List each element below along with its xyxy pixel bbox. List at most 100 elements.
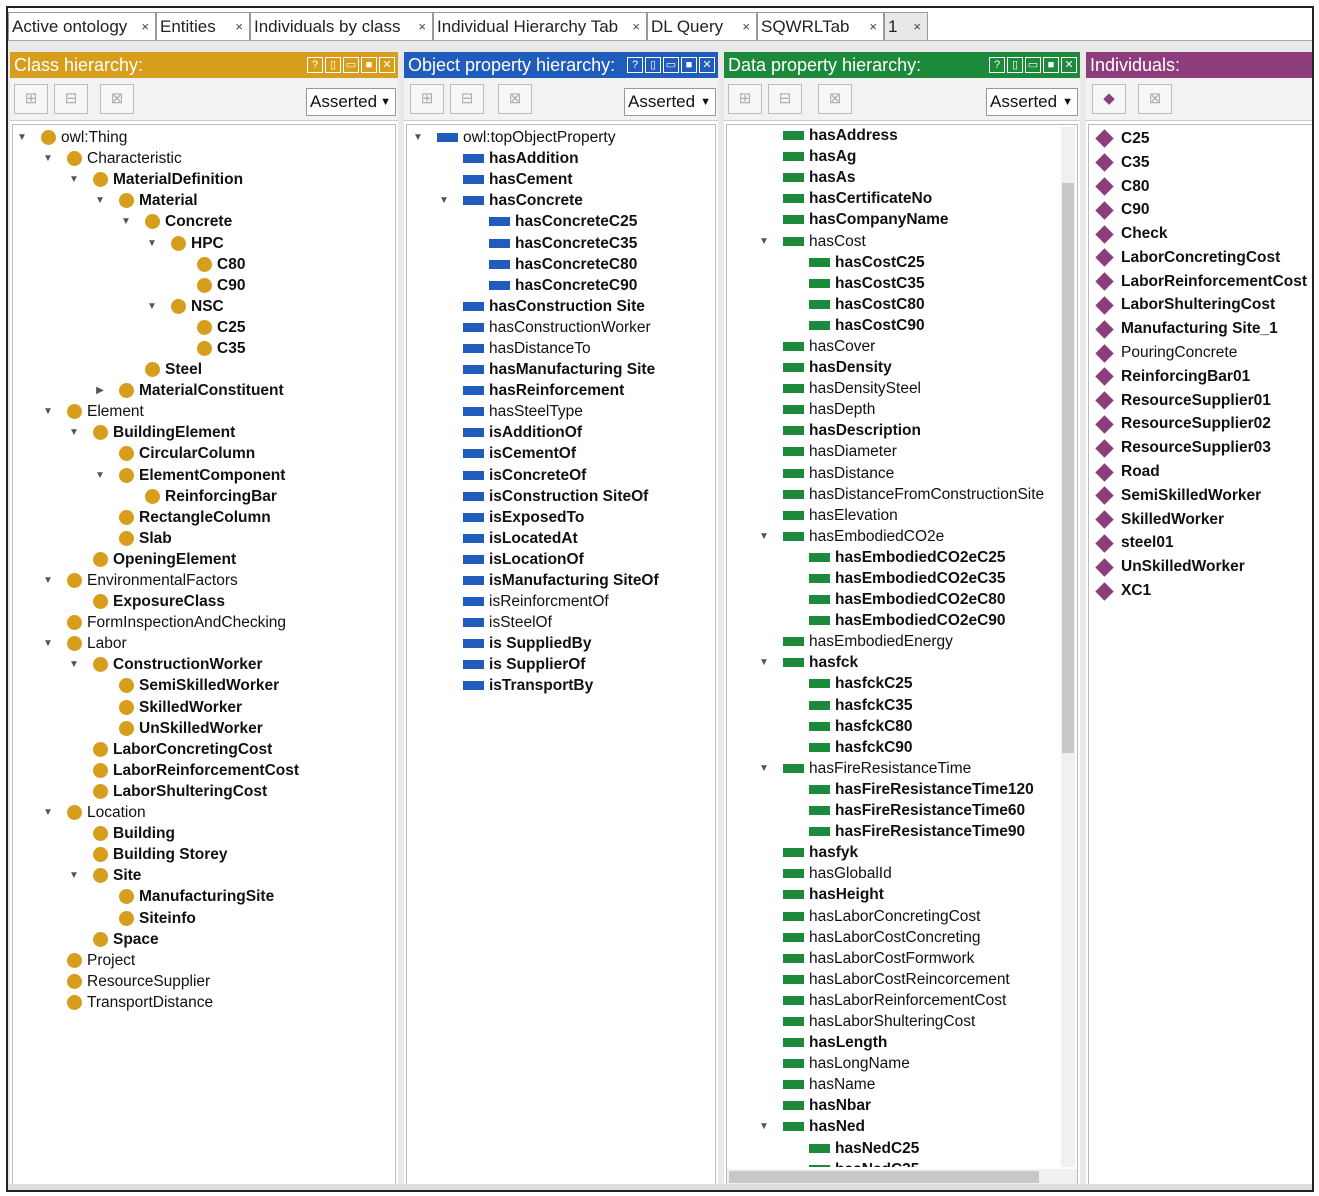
expand-toggle-icon[interactable]: ▼ [757, 652, 771, 673]
add-sibling-class-button[interactable]: ⊟ [54, 84, 88, 114]
class-row-materialdefinition[interactable]: ▼ MaterialDefinition [67, 169, 395, 190]
individual-item-xc1[interactable]: XC1 [1089, 579, 1312, 603]
individual-item-pouringconcrete[interactable]: PouringConcrete [1089, 341, 1312, 365]
individual-item-c80[interactable]: C80 [1089, 175, 1312, 199]
class-row-manufacturingsite[interactable]: ManufacturingSite [93, 886, 395, 907]
object-property-row-is-suppliedby[interactable]: is SuppliedBy [437, 633, 715, 654]
object-property-row-hasmanufacturing-site[interactable]: hasManufacturing Site [437, 359, 715, 380]
object-property-row-hasconcretec25[interactable]: hasConcreteC25 [463, 211, 715, 232]
float-icon[interactable]: ■ [1043, 57, 1059, 73]
individual-item-skilledworker[interactable]: SkilledWorker [1089, 508, 1312, 532]
split-horizontal-icon[interactable]: ▭ [1025, 57, 1041, 73]
data-property-row-haslaborcostreincorcement[interactable]: hasLaborCostReincorcement [757, 969, 1059, 990]
object-property-row-issteelof[interactable]: isSteelOf [437, 612, 715, 633]
data-property-row-hasned[interactable]: ▼ hasNed [757, 1116, 1059, 1137]
data-property-row-hasaddress[interactable]: hasAddress [757, 125, 1059, 146]
data-property-row-haslaborreinforcementcost[interactable]: hasLaborReinforcementCost [757, 990, 1059, 1011]
class-row-concrete[interactable]: ▼ Concrete [119, 211, 395, 232]
expand-toggle-icon[interactable]: ▼ [41, 401, 55, 422]
data-property-row-hasdensitysteel[interactable]: hasDensitySteel [757, 378, 1059, 399]
object-property-row-hasconcrete[interactable]: ▼ hasConcrete [437, 190, 715, 211]
object-property-row-isadditionof[interactable]: isAdditionOf [437, 422, 715, 443]
asserted-dropdown[interactable]: Asserted ▼ [986, 88, 1078, 116]
object-property-row-hasconcretec35[interactable]: hasConcreteC35 [463, 232, 715, 253]
data-property-row-hasdiameter[interactable]: hasDiameter [757, 441, 1059, 462]
close-icon[interactable]: ✕ [1061, 57, 1077, 73]
split-horizontal-icon[interactable]: ▭ [343, 57, 359, 73]
data-property-row-hasembodiedco2ec25[interactable]: hasEmbodiedCO2eC25 [783, 547, 1059, 568]
class-row-materialconstituent[interactable]: ▶ MaterialConstituent [93, 380, 395, 401]
data-property-row-hascost[interactable]: ▼ hasCost [757, 230, 1059, 251]
float-icon[interactable]: ■ [681, 57, 697, 73]
individual-item-laborconcretingcost[interactable]: LaborConcretingCost [1089, 246, 1312, 270]
class-row-laborshulteringcost[interactable]: LaborShulteringCost [67, 781, 395, 802]
data-property-row-hasfckc90[interactable]: hasfckC90 [783, 737, 1059, 758]
data-property-row-hascostc25[interactable]: hasCostC25 [783, 252, 1059, 273]
asserted-dropdown[interactable]: Asserted ▼ [624, 88, 716, 116]
class-row-reinforcingbar[interactable]: ReinforcingBar [119, 486, 395, 507]
class-row-owl-thing[interactable]: ▼ owl:Thing [15, 127, 395, 148]
split-vertical-icon[interactable]: ▯ [1007, 57, 1023, 73]
data-property-row-hasembodiedco2ec90[interactable]: hasEmbodiedCO2eC90 [783, 610, 1059, 631]
object-property-row-isreinforcmentof[interactable]: isReinforcmentOf [437, 591, 715, 612]
class-row-nsc[interactable]: ▼ NSC [145, 296, 395, 317]
data-property-row-hascompanyname[interactable]: hasCompanyName [757, 209, 1059, 230]
split-vertical-icon[interactable]: ▯ [645, 57, 661, 73]
class-row-elementcomponent[interactable]: ▼ ElementComponent [93, 465, 395, 486]
expand-toggle-icon[interactable]: ▼ [41, 802, 55, 823]
horizontal-scrollbar[interactable] [727, 1169, 1077, 1185]
class-row-c35[interactable]: C35 [171, 338, 395, 359]
scrollbar-thumb[interactable] [1062, 183, 1074, 753]
data-property-row-hasembodiedco2ec80[interactable]: hasEmbodiedCO2eC80 [783, 589, 1059, 610]
data-property-row-hasfireresistancetime120[interactable]: hasFireResistanceTime120 [783, 779, 1059, 800]
class-row-buildingelement[interactable]: ▼ BuildingElement [67, 422, 395, 443]
data-property-row-hascostc35[interactable]: hasCostC35 [783, 273, 1059, 294]
data-property-row-haslaborcostconcreting[interactable]: hasLaborCostConcreting [757, 927, 1059, 948]
close-icon[interactable]: ✕ [379, 57, 395, 73]
tab-entities[interactable]: Entities × [156, 12, 250, 40]
class-row-space[interactable]: Space [67, 929, 395, 950]
vertical-scrollbar[interactable] [1061, 127, 1075, 1167]
expand-toggle-icon[interactable]: ▼ [145, 296, 159, 317]
individual-item-laborreinforcementcost[interactable]: LaborReinforcementCost [1089, 270, 1312, 294]
class-row-c25[interactable]: C25 [171, 317, 395, 338]
add-individual-button[interactable]: ◆ [1092, 84, 1126, 114]
object-property-row-iscementof[interactable]: isCementOf [437, 443, 715, 464]
class-row-building[interactable]: Building [67, 823, 395, 844]
class-row-c80[interactable]: C80 [171, 254, 395, 275]
individual-item-laborshulteringcost[interactable]: LaborShulteringCost [1089, 294, 1312, 318]
individual-item-c90[interactable]: C90 [1089, 198, 1312, 222]
expand-toggle-icon[interactable]: ▼ [67, 654, 81, 675]
class-row-unskilledworker[interactable]: UnSkilledWorker [93, 718, 395, 739]
object-property-row-isexposedto[interactable]: isExposedTo [437, 507, 715, 528]
data-property-row-haslaborshulteringcost[interactable]: hasLaborShulteringCost [757, 1011, 1059, 1032]
class-row-environmentalfactors[interactable]: ▼ EnvironmentalFactors [41, 570, 395, 591]
object-property-row-istransportby[interactable]: isTransportBy [437, 675, 715, 696]
individual-item-steel01[interactable]: steel01 [1089, 532, 1312, 556]
class-row-c90[interactable]: C90 [171, 275, 395, 296]
class-row-semiskilledworker[interactable]: SemiSkilledWorker [93, 675, 395, 696]
expand-toggle-icon[interactable]: ▼ [119, 211, 133, 232]
tab-individuals-by-class[interactable]: Individuals by class × [250, 12, 433, 40]
data-property-row-haselevation[interactable]: hasElevation [757, 505, 1059, 526]
tab-1[interactable]: 1 × [884, 12, 928, 40]
object-property-row-is-supplierof[interactable]: is SupplierOf [437, 654, 715, 675]
expand-toggle-icon[interactable]: ▼ [757, 758, 771, 779]
close-icon[interactable]: ✕ [699, 57, 715, 73]
object-property-row-hasreinforcement[interactable]: hasReinforcement [437, 380, 715, 401]
individual-item-semiskilledworker[interactable]: SemiSkilledWorker [1089, 484, 1312, 508]
collapse-toggle-icon[interactable]: ▶ [93, 380, 107, 401]
help-icon[interactable]: ? [307, 57, 323, 73]
object-property-row-islocatedat[interactable]: isLocatedAt [437, 528, 715, 549]
class-row-openingelement[interactable]: OpeningElement [67, 549, 395, 570]
expand-toggle-icon[interactable]: ▼ [437, 190, 451, 211]
add-subclass-button[interactable]: ⊞ [14, 84, 48, 114]
object-property-row-owl-topobjectproperty[interactable]: ▼ owl:topObjectProperty [411, 127, 715, 148]
class-row-rectanglecolumn[interactable]: RectangleColumn [93, 507, 395, 528]
object-property-row-isconstruction-siteof[interactable]: isConstruction SiteOf [437, 486, 715, 507]
add-sibling-property-button[interactable]: ⊟ [450, 84, 484, 114]
expand-toggle-icon[interactable]: ▼ [15, 127, 29, 148]
class-row-characteristic[interactable]: ▼ Characteristic [41, 148, 395, 169]
data-property-row-hasfireresistancetime[interactable]: ▼ hasFireResistanceTime [757, 758, 1059, 779]
data-property-row-hasembodiedco2ec35[interactable]: hasEmbodiedCO2eC35 [783, 568, 1059, 589]
